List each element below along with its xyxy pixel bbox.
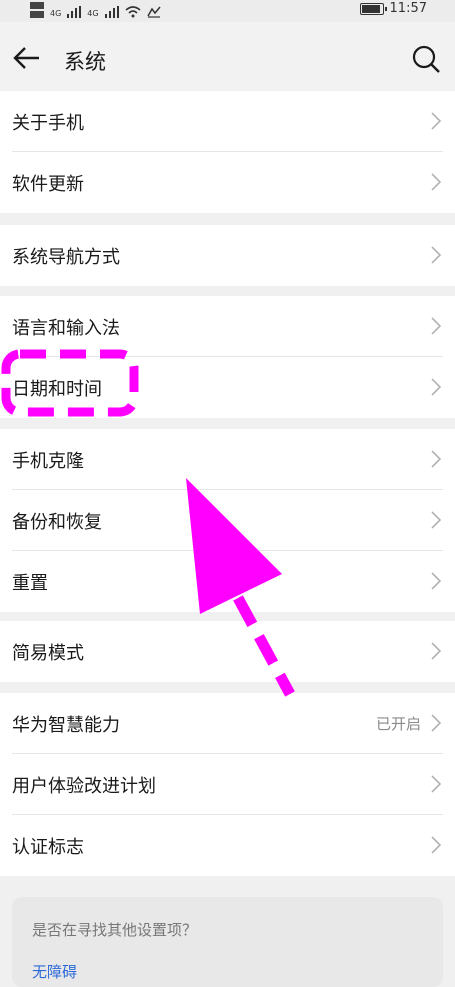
settings-item-label: 认证标志 — [12, 837, 84, 858]
chevron-right-icon — [431, 173, 441, 191]
search-icon[interactable] — [411, 44, 441, 74]
suggestion-question: 是否在寻找其他设置项？ — [32, 921, 198, 939]
settings-item-simple-mode[interactable]: 简易模式 — [0, 621, 455, 682]
settings-item-label: 软件更新 — [12, 174, 84, 195]
settings-item-label: 重置 — [12, 573, 48, 594]
settings-item-phone-clone[interactable]: 手机克隆 — [0, 429, 455, 490]
settings-item-label: 用户体验改进计划 — [12, 776, 156, 797]
signal-icon-1 — [67, 6, 82, 18]
back-arrow-icon[interactable] — [12, 44, 42, 72]
suggestion-link-accessibility[interactable]: 无障碍 — [32, 961, 77, 982]
chevron-right-icon — [431, 511, 441, 529]
settings-item-label: 简易模式 — [12, 643, 84, 664]
chevron-right-icon — [431, 642, 441, 660]
app-header: 系统 — [0, 22, 455, 90]
battery-icon — [359, 2, 387, 15]
chevron-right-icon — [431, 714, 441, 732]
notification-icon — [146, 6, 161, 18]
signal-icon-2 — [104, 6, 119, 18]
page-title: 系统 — [64, 50, 106, 74]
settings-group-4: 手机克隆 备份和恢复 重置 — [0, 429, 455, 612]
settings-item-label: 华为智慧能力 — [12, 715, 120, 736]
settings-item-backup-restore[interactable]: 备份和恢复 — [0, 490, 455, 551]
status-icons: 4G 4G — [30, 0, 161, 18]
settings-item-reset[interactable]: 重置 — [0, 551, 455, 612]
chevron-right-icon — [431, 836, 441, 854]
settings-item-label: 系统导航方式 — [12, 247, 120, 268]
chevron-right-icon — [431, 572, 441, 590]
settings-item-about-phone[interactable]: 关于手机 — [0, 91, 455, 152]
chevron-right-icon — [431, 112, 441, 130]
settings-item-label: 语言和输入法 — [12, 318, 120, 339]
chevron-right-icon — [431, 775, 441, 793]
settings-item-certification[interactable]: 认证标志 — [0, 815, 455, 876]
net-label-1: 4G — [50, 9, 62, 18]
chevron-right-icon — [431, 378, 441, 396]
net-label-2: 4G — [87, 9, 99, 18]
settings-group-6: 华为智慧能力 已开启 用户体验改进计划 认证标志 — [0, 693, 455, 876]
settings-item-navigation[interactable]: 系统导航方式 — [0, 225, 455, 286]
settings-item-label: 手机克隆 — [12, 451, 84, 472]
settings-group-1: 关于手机 软件更新 — [0, 91, 455, 213]
settings-item-huawei-smart[interactable]: 华为智慧能力 已开启 — [0, 693, 455, 754]
settings-item-status: 已开启 — [375, 715, 421, 733]
status-time: 11:57 — [389, 1, 427, 16]
chevron-right-icon — [431, 317, 441, 335]
settings-item-label: 日期和时间 — [12, 379, 102, 400]
settings-group-5: 简易模式 — [0, 621, 455, 682]
wifi-icon — [125, 6, 141, 18]
settings-item-language-input[interactable]: 语言和输入法 — [0, 296, 455, 357]
hd-icon — [30, 2, 44, 18]
status-bar: 4G 4G 11:57 — [0, 0, 455, 22]
settings-item-user-experience[interactable]: 用户体验改进计划 — [0, 754, 455, 815]
settings-group-3: 语言和输入法 日期和时间 — [0, 296, 455, 418]
settings-item-software-update[interactable]: 软件更新 — [0, 152, 455, 213]
settings-item-label: 备份和恢复 — [12, 512, 102, 533]
settings-item-date-time[interactable]: 日期和时间 — [0, 357, 455, 418]
settings-item-label: 关于手机 — [12, 113, 84, 134]
settings-group-2: 系统导航方式 — [0, 225, 455, 286]
chevron-right-icon — [431, 450, 441, 468]
chevron-right-icon — [431, 246, 441, 264]
suggestion-card: 是否在寻找其他设置项？ 无障碍 — [12, 897, 443, 987]
